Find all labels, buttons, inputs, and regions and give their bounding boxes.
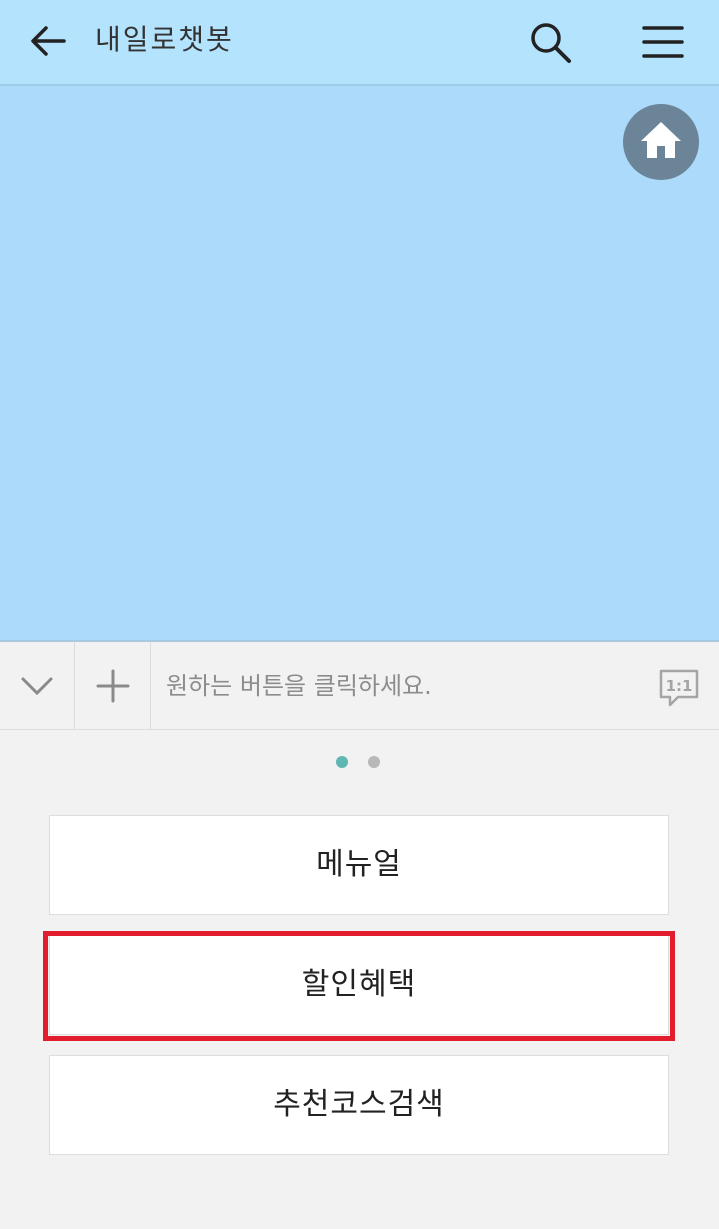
chat-area bbox=[0, 86, 719, 640]
message-input[interactable] bbox=[166, 666, 626, 706]
search-icon bbox=[531, 23, 571, 63]
page-dot[interactable] bbox=[368, 756, 380, 768]
hamburger-menu-icon bbox=[642, 26, 684, 58]
chevron-down-icon bbox=[21, 677, 53, 696]
option-button-course-search[interactable]: 추천코스검색 bbox=[49, 1055, 669, 1155]
home-icon bbox=[641, 122, 681, 158]
app-header: 내일로챗봇 bbox=[0, 0, 719, 86]
input-bar: 1:1 bbox=[0, 640, 719, 730]
one-to-one-label: 1:1 bbox=[666, 677, 693, 695]
home-button[interactable] bbox=[623, 104, 699, 180]
back-button[interactable] bbox=[26, 20, 70, 64]
collapse-button[interactable] bbox=[0, 642, 75, 730]
plus-icon bbox=[96, 669, 130, 703]
option-button-discount[interactable]: 할인혜택 bbox=[49, 935, 669, 1035]
add-button[interactable] bbox=[75, 642, 151, 730]
back-arrow-icon bbox=[31, 26, 66, 56]
page-dot-active[interactable] bbox=[336, 756, 348, 768]
page-title: 내일로챗봇 bbox=[95, 23, 234, 56]
search-button[interactable] bbox=[526, 18, 576, 68]
page-indicator bbox=[0, 754, 719, 770]
menu-button[interactable] bbox=[638, 20, 688, 66]
one-to-one-chat-icon: 1:1 bbox=[659, 669, 699, 707]
option-button-manual[interactable]: 메뉴얼 bbox=[49, 815, 669, 915]
one-to-one-chat-button[interactable]: 1:1 bbox=[656, 666, 702, 712]
